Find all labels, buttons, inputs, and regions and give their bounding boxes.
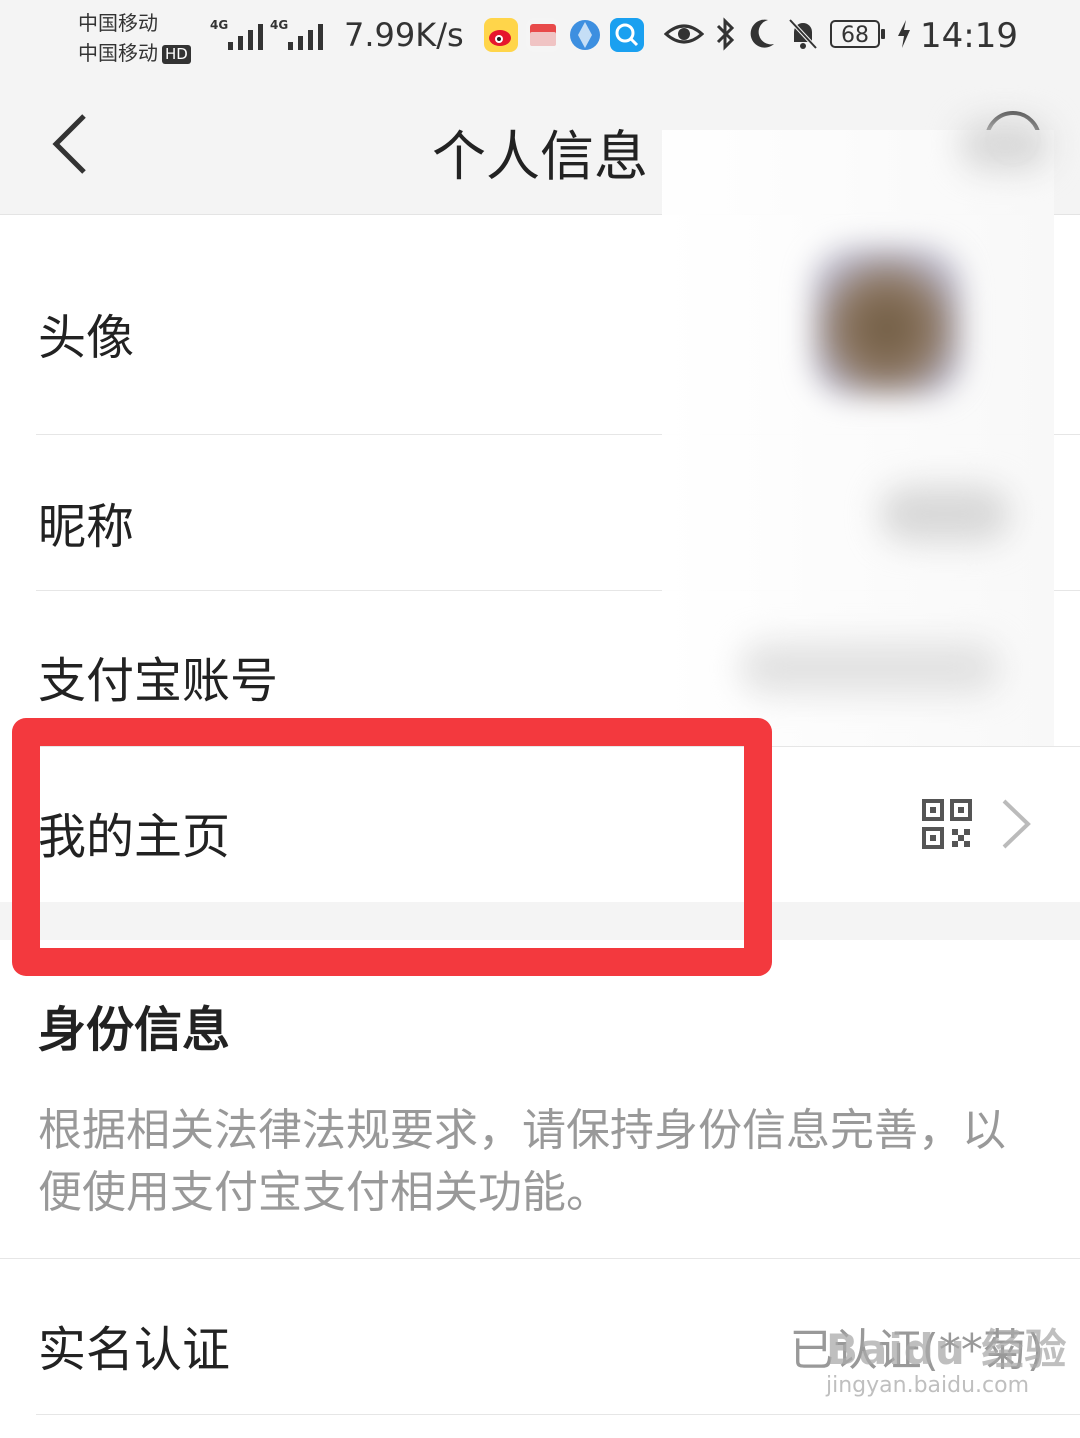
moon-icon	[746, 16, 778, 61]
carrier-1: 中国移动	[78, 11, 158, 35]
alipay-account-label: 支付宝账号	[38, 653, 279, 709]
search-app-icon	[610, 18, 644, 52]
hd-badge: HD	[162, 45, 191, 64]
carrier-2: 中国移动	[78, 41, 158, 65]
blurred-region	[960, 120, 1050, 170]
nickname-label: 昵称	[38, 499, 135, 555]
identity-description: 根据相关法律法规要求，请保持身份信息完善，以便使用支付宝支付相关功能。	[38, 1105, 1006, 1218]
chevron-right-icon	[1002, 799, 1031, 849]
section-gap	[0, 902, 1080, 940]
realname-label: 实名认证	[38, 1322, 231, 1378]
divider	[36, 1414, 1080, 1415]
battery-icon: 68	[830, 20, 885, 48]
network-speed: 7.99K/s	[344, 16, 464, 54]
status-bar: 中国移动 中国移动 HD 4G 4G 7.99K/s 68 14:19	[0, 0, 1080, 82]
signal-bars-icon	[288, 24, 323, 50]
blurred-nickname	[880, 486, 1010, 542]
divider	[0, 1258, 1080, 1259]
blurred-account	[740, 642, 1000, 694]
avatar-label: 头像	[38, 310, 135, 366]
browser-icon	[568, 18, 602, 52]
bluetooth-icon	[712, 16, 738, 61]
baidu-watermark: Baidu 经验 jingyan.baidu.com	[826, 1316, 1067, 1398]
charging-icon	[894, 16, 914, 61]
homepage-row[interactable]: 我的主页	[0, 747, 1080, 902]
avatar-image	[812, 246, 962, 396]
pinduoduo-icon	[526, 18, 560, 52]
identity-section-title: 身份信息	[38, 1002, 231, 1058]
bell-off-icon	[786, 16, 820, 61]
eye-icon	[663, 16, 705, 61]
weibo-icon	[484, 18, 518, 52]
qr-code-icon	[922, 799, 972, 849]
homepage-label: 我的主页	[38, 809, 231, 865]
carrier-info: 中国移动 中国移动 HD	[78, 8, 191, 68]
signal-bars-icon	[228, 24, 263, 50]
clock: 14:19	[920, 16, 1018, 56]
watermark-main: Baidu 经验	[826, 1325, 1068, 1374]
